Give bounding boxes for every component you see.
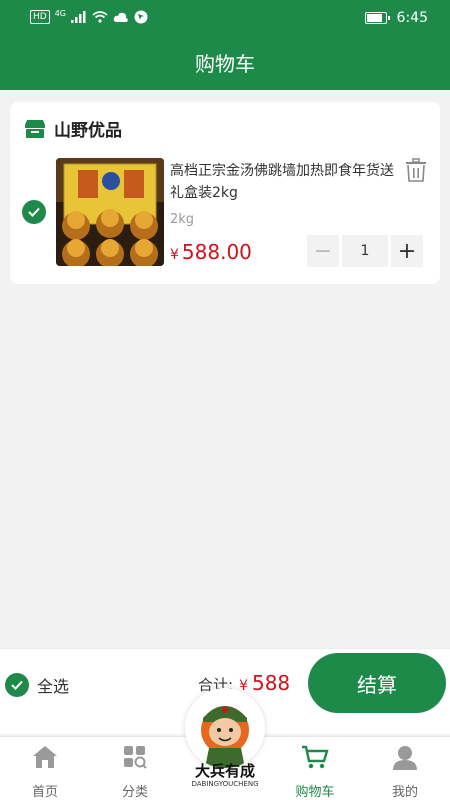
status-left-icons: HD 4G	[30, 8, 148, 24]
quantity-stepper: − 1 +	[307, 235, 423, 267]
status-bar: HD 4G 6:45	[0, 0, 450, 38]
increase-button[interactable]: +	[391, 235, 423, 267]
check-icon	[28, 207, 40, 217]
brand-logo	[185, 688, 265, 768]
decrease-button[interactable]: −	[307, 235, 339, 267]
product-spec: 2kg	[170, 212, 195, 227]
brand-subtitle: DABINGYOUCHENG	[191, 780, 259, 788]
location-icon	[134, 10, 148, 24]
status-right: 6:45	[364, 10, 428, 26]
battery-icon	[364, 12, 390, 24]
product-image[interactable]	[56, 158, 164, 266]
check-icon	[11, 680, 23, 690]
cloud-icon	[113, 12, 128, 22]
product-price: ¥588.00	[170, 240, 252, 264]
network-badge: 4G	[54, 8, 66, 18]
tab-home[interactable]: 首页	[0, 743, 90, 800]
store-icon	[25, 119, 45, 138]
brand-name: 大兵有成	[194, 762, 255, 780]
checkout-button[interactable]: 结算	[308, 653, 446, 713]
price-value: 588.00	[181, 240, 252, 264]
select-all-label: 全选	[37, 677, 70, 696]
tab-category-label: 分类	[121, 785, 148, 800]
store-header[interactable]: 山野优品	[24, 116, 122, 141]
profile-icon	[393, 746, 417, 770]
tab-cart[interactable]: 购物车	[270, 743, 360, 800]
center-brand-button[interactable]: 大兵有成 DABINGYOUCHENG	[183, 688, 267, 800]
delete-button[interactable]	[405, 158, 429, 184]
wifi-icon	[92, 11, 108, 23]
product-image-graphic	[56, 158, 164, 266]
tab-category[interactable]: 分类	[90, 743, 180, 800]
hd-badge: HD	[30, 10, 50, 24]
product-title[interactable]: 高档正宗金汤佛跳墙加热即食年货送礼盒装2kg	[170, 160, 395, 204]
trash-icon	[406, 158, 426, 182]
store-card: 山野优品 高档正宗金汤佛跳墙加热即食年货送礼盒装2kg 2kg ¥588.00 …	[10, 102, 440, 284]
item-checkbox[interactable]	[22, 200, 46, 224]
tab-profile[interactable]: 我的	[360, 743, 450, 800]
tab-profile-label: 我的	[391, 785, 418, 800]
select-all-toggle[interactable]: 全选	[5, 673, 69, 697]
signal-icon	[71, 11, 86, 23]
home-icon	[33, 746, 57, 768]
status-time: 6:45	[396, 10, 428, 26]
store-name: 山野优品	[54, 121, 122, 141]
tab-cart-label: 购物车	[295, 785, 335, 800]
select-all-checkbox[interactable]	[5, 673, 29, 697]
soldier-mascot-icon	[185, 688, 265, 768]
cart-icon	[302, 745, 329, 769]
category-icon	[124, 746, 147, 769]
price-currency: ¥	[170, 247, 179, 263]
page-title: 购物车	[0, 38, 450, 90]
tab-home-label: 首页	[31, 785, 58, 800]
quantity-value[interactable]: 1	[342, 235, 388, 267]
